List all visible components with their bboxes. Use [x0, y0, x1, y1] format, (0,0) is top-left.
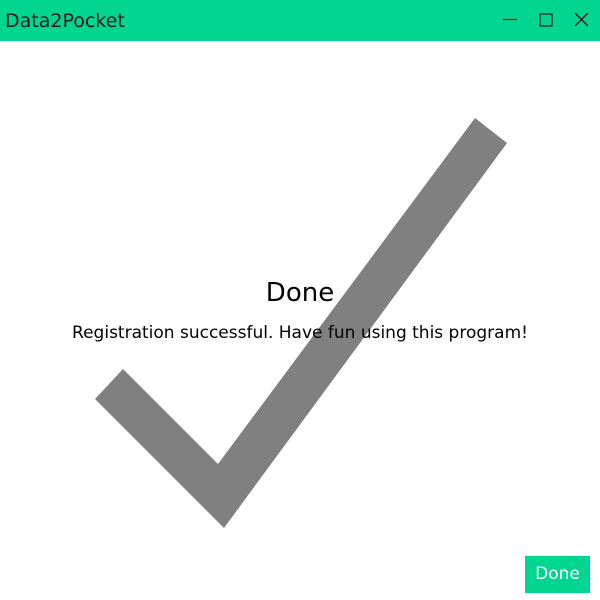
close-button[interactable] [564, 0, 600, 41]
minimize-button[interactable] [492, 0, 528, 41]
status-message: Registration successful. Have fun using … [72, 323, 528, 343]
app-title: Data2Pocket [5, 10, 125, 32]
minimize-icon [503, 18, 517, 21]
title-bar[interactable]: Data2Pocket [0, 0, 600, 41]
done-button[interactable]: Done [525, 556, 590, 593]
maximize-icon [539, 13, 553, 27]
status-title: Done [265, 278, 335, 308]
close-icon [574, 12, 589, 27]
app-window: Data2Pocket Done Registration successful… [0, 0, 600, 600]
maximize-button[interactable] [528, 0, 564, 41]
